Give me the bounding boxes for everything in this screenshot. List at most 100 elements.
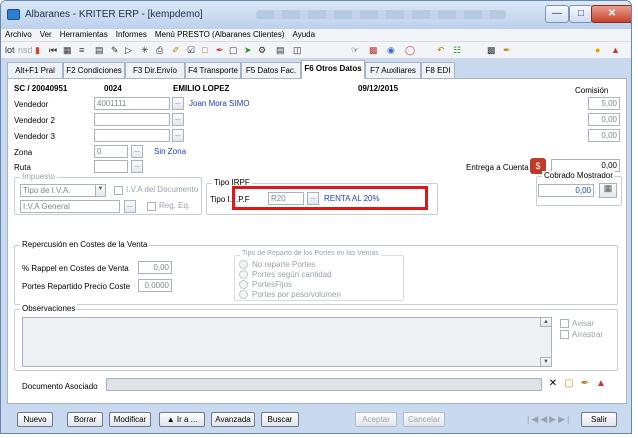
tab-datos-fac[interactable]: F5 Datos Fac. [241, 62, 301, 78]
rappel-field[interactable]: 0,00 [138, 261, 172, 274]
aceptar-button[interactable]: Aceptar [355, 412, 397, 427]
folder-icon[interactable]: □ [202, 44, 207, 56]
reparto-radio-4[interactable] [239, 290, 248, 299]
first-record-icon[interactable]: ⏮ [49, 44, 57, 56]
portes-field[interactable]: 0,0000 [138, 279, 172, 292]
attach-icon[interactable]: ✒ [578, 377, 592, 391]
clear-icon[interactable]: ✕ [546, 377, 560, 391]
reparto-radio-3[interactable] [239, 280, 248, 289]
modificar-button[interactable]: Modificar [109, 412, 151, 427]
menu-archivo[interactable]: Archivo [1, 29, 36, 39]
menu-herramientas[interactable]: Herramientas [56, 29, 112, 39]
iva-general-field[interactable]: I.V.A General [20, 200, 120, 213]
zona-lookup-button[interactable]: ... [131, 145, 143, 158]
app-window: Albaranes - KRITER ERP - [kempdemo] — □ … [0, 0, 632, 434]
bar-chart-icon[interactable]: ▮ [35, 44, 40, 56]
ruta-lookup-button[interactable]: ... [131, 160, 143, 173]
tool-icon[interactable]: ⚙ [258, 44, 266, 56]
edit-icon[interactable]: ✎ [111, 44, 119, 56]
menu-presto[interactable]: Menú PRESTO (Albaranes Clientes) [151, 29, 289, 39]
doc-icon[interactable]: ▩ [369, 44, 378, 56]
minimize-button[interactable]: — [545, 5, 569, 23]
window-icon[interactable]: ▢ [229, 44, 238, 56]
nsd-button[interactable]: nsd [18, 44, 33, 56]
tab-otros-datos[interactable]: F6 Otros Datos [301, 60, 365, 79]
stop-icon[interactable]: ◯ [405, 44, 415, 56]
tipo-iva-select[interactable]: Tipo de I.V.A. [20, 184, 106, 197]
print-icon[interactable]: ⎙ [156, 44, 163, 56]
globe-icon[interactable]: ◉ [387, 44, 395, 56]
iva-documento-checkbox[interactable] [114, 186, 123, 195]
vendedor2-lookup-button[interactable]: ... [172, 113, 184, 126]
menu-ver[interactable]: Ver [36, 29, 56, 39]
close-button[interactable]: ✕ [591, 5, 631, 23]
vendedor3-lookup-button[interactable]: ... [172, 129, 184, 142]
asterisk-icon[interactable]: ✳ [141, 44, 149, 56]
salir-button[interactable]: Salir [581, 412, 617, 427]
main-panel: SC / 20040951 0024 EMILIO LOPEZ 09/12/20… [7, 78, 627, 404]
reparto-radio-1[interactable] [239, 260, 248, 269]
vendedor-code-field[interactable]: 4001111 [94, 97, 170, 110]
calculator-icon[interactable]: ▦ [599, 183, 617, 198]
window-title: Albaranes - KRITER ERP - [kempdemo] [25, 9, 203, 20]
scroll-down-icon[interactable]: ▼ [540, 357, 552, 367]
record-nav-icons[interactable]: |◀◀▶▶| [527, 414, 571, 425]
open-folder-icon[interactable]: ▢ [562, 377, 576, 391]
avanzada-button[interactable]: Avanzada [211, 412, 255, 427]
list-icon[interactable]: ≡ [79, 44, 84, 56]
undo-icon[interactable]: ↶ [437, 44, 445, 56]
reparto-radio-2[interactable] [239, 270, 248, 279]
iva-general-lookup-button[interactable]: ... [124, 200, 136, 213]
tab-transporte[interactable]: F4 Transporte [185, 62, 241, 78]
cancelar-button[interactable]: Cancelar [403, 412, 445, 427]
tree-icon[interactable]: ☷ [453, 44, 461, 56]
scroll-up-icon[interactable]: ▲ [540, 317, 552, 327]
grid-icon[interactable]: ▦ [63, 44, 72, 56]
observaciones-textarea[interactable] [22, 317, 552, 367]
tab-pral[interactable]: Alt+F1 Pral [7, 62, 63, 78]
tab-condiciones[interactable]: F2 Condiciones [63, 62, 125, 78]
lot-button[interactable]: lot [5, 44, 15, 56]
avisar-checkbox[interactable] [560, 319, 569, 328]
tab-dir-envio[interactable]: F3 Dir.Envío [125, 62, 185, 78]
brush-icon[interactable]: ✐ [172, 44, 180, 56]
tab-edi[interactable]: F8 EDI [421, 62, 455, 78]
borrar-button[interactable]: Borrar [67, 412, 103, 427]
lightbulb-icon[interactable]: ● [595, 44, 600, 56]
buscar-button[interactable]: Buscar [261, 412, 299, 427]
eraser-icon[interactable]: ▲ [594, 377, 608, 391]
calc-icon[interactable]: ◫ [293, 44, 302, 56]
ira-button[interactable]: ▲ Ir a ... [159, 412, 205, 427]
pen-icon[interactable]: ✒ [216, 44, 224, 56]
vendedor-comision-field[interactable]: 5,00 [588, 97, 620, 110]
pointer-icon[interactable]: ☞ [351, 44, 359, 56]
maximize-button[interactable]: □ [569, 5, 593, 23]
chart-icon[interactable]: ▤ [95, 44, 104, 56]
arrastrar-label: Arrastrar [572, 330, 604, 339]
cobrado-field[interactable]: 0,00 [538, 184, 594, 197]
nuevo-button[interactable]: Nuevo [17, 412, 53, 427]
arrastrar-checkbox[interactable] [560, 330, 569, 339]
preview-icon[interactable]: ▷ [125, 44, 132, 56]
reg-eq-checkbox[interactable] [147, 202, 156, 211]
vendedor3-code-field[interactable] [94, 129, 170, 142]
car-icon[interactable]: ▩ [487, 44, 496, 56]
vendedor2-label: Vendedor 2 [14, 116, 55, 125]
arrow-icon[interactable]: ➤ [244, 44, 252, 56]
zona-code-field[interactable]: 0 [94, 145, 128, 158]
link-icon[interactable]: ✒ [503, 44, 511, 56]
note-icon[interactable]: ▤ [276, 44, 285, 56]
exit-icon[interactable]: ▲ [611, 44, 620, 56]
vendedor3-comision-field[interactable]: 0,00 [588, 129, 620, 142]
menu-informes[interactable]: Informes [112, 29, 151, 39]
menu-ayuda[interactable]: Ayuda [289, 29, 320, 39]
vendedor2-comision-field[interactable]: 0,00 [588, 113, 620, 126]
check-icon[interactable]: ☑ [187, 44, 195, 56]
tab-auxiliares[interactable]: F7 Auxiliares [365, 62, 421, 78]
bottom-toolbar: Nuevo Borrar Modificar ▲ Ir a ... Avanza… [7, 407, 627, 431]
documento-field[interactable] [106, 378, 542, 391]
ruta-code-field[interactable] [94, 160, 128, 173]
chevron-down-icon[interactable]: ▼ [95, 184, 106, 197]
vendedor-lookup-button[interactable]: ... [172, 97, 184, 110]
vendedor2-code-field[interactable] [94, 113, 170, 126]
